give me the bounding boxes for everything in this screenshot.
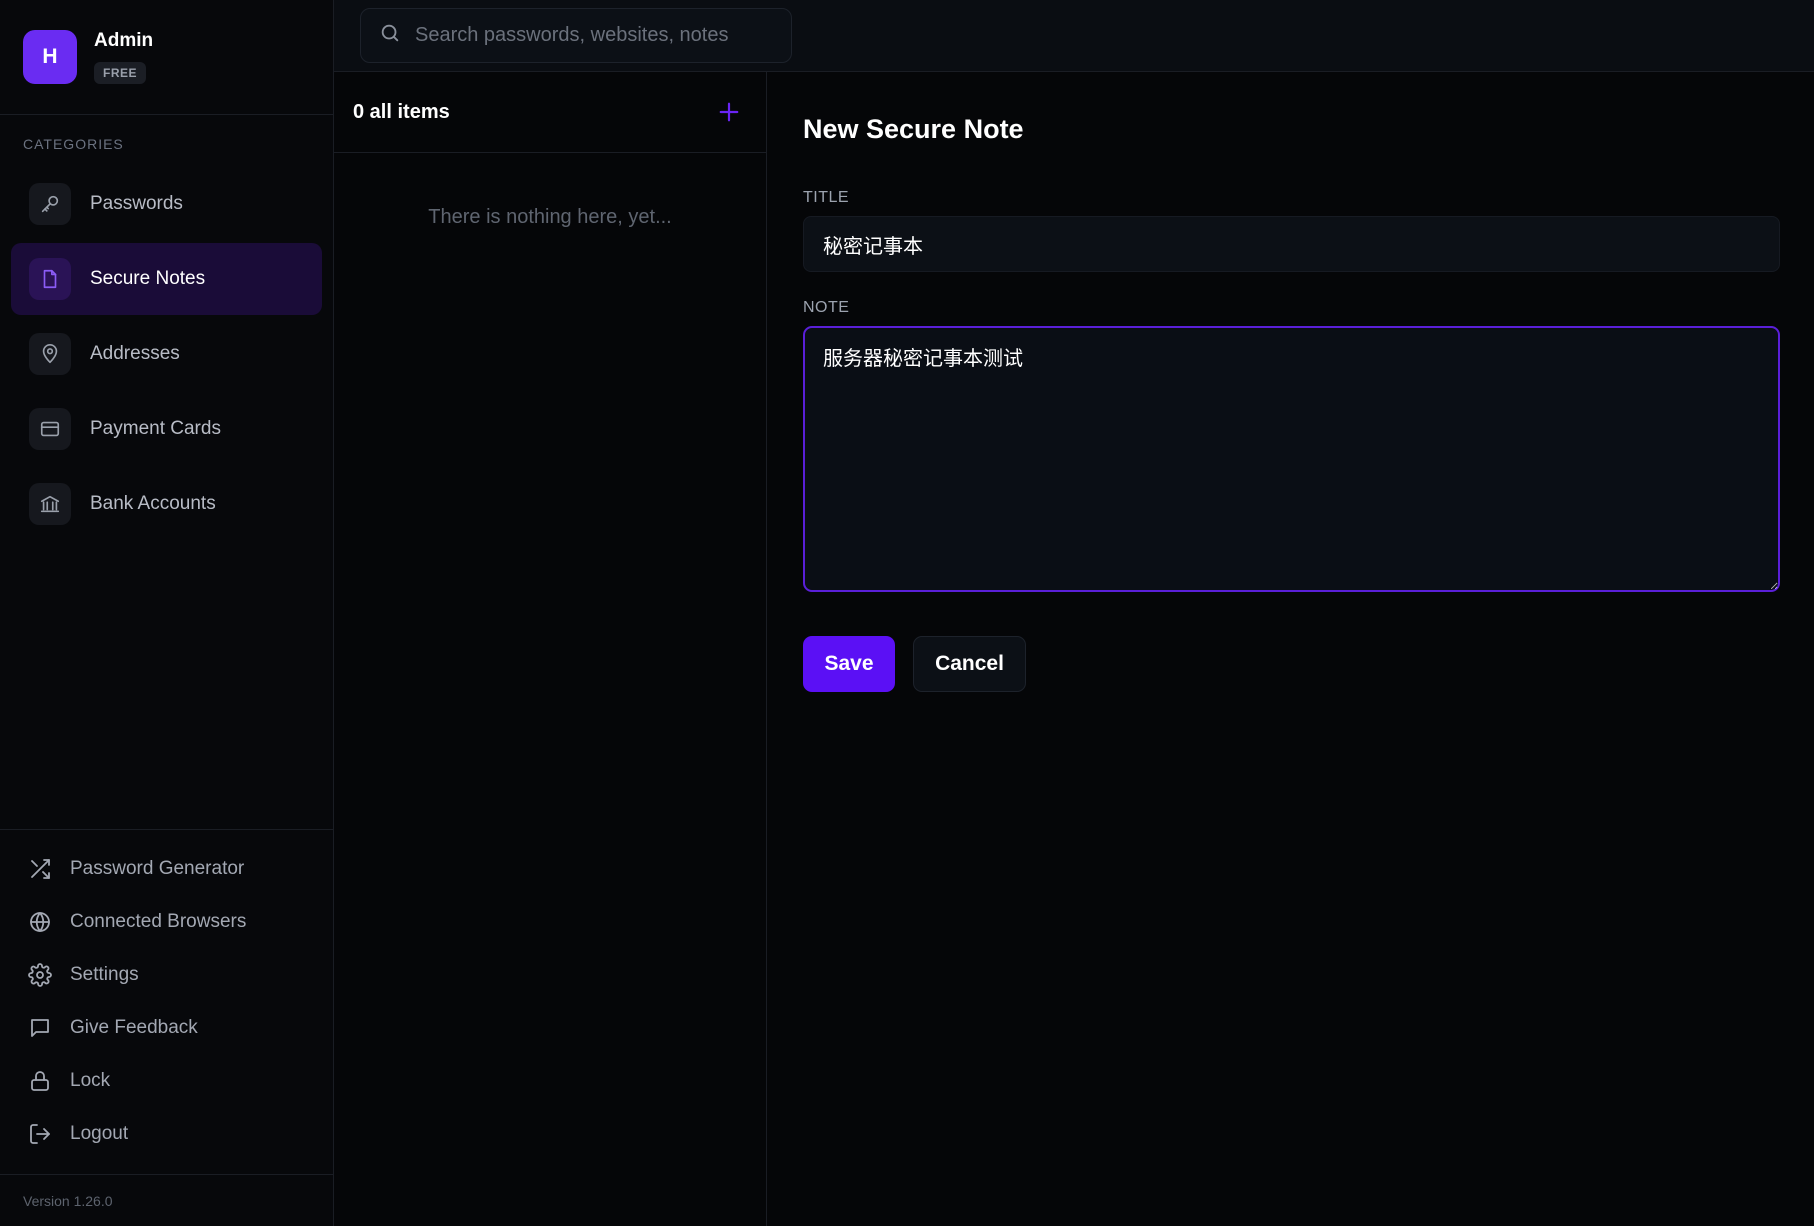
message-icon (27, 1015, 53, 1041)
sidebar-item-label: Addresses (90, 343, 180, 364)
password-generator-link[interactable]: Password Generator (27, 842, 246, 895)
plus-icon (719, 102, 739, 122)
globe-icon (27, 909, 53, 935)
divider (0, 1174, 333, 1175)
location-pin-icon (29, 333, 71, 375)
sidebar-item-secure-notes[interactable]: Secure Notes (11, 243, 322, 315)
bank-icon (29, 483, 71, 525)
bottom-nav-label: Connected Browsers (70, 910, 247, 932)
version-label: Version 1.26.0 (23, 1193, 113, 1209)
categories-list: Passwords Secure Notes Addresses Payment… (11, 168, 322, 543)
profile[interactable]: H Admin FREE (23, 30, 153, 86)
note-icon (29, 258, 71, 300)
add-item-button[interactable] (714, 97, 744, 127)
item-count: 0 all items (353, 100, 450, 123)
lock-icon (27, 1068, 53, 1094)
sidebar-item-addresses[interactable]: Addresses (11, 318, 322, 390)
sidebar-item-payment-cards[interactable]: Payment Cards (11, 393, 322, 465)
note-field[interactable]: 服务器秘密记事本测试 (803, 326, 1780, 592)
logout-icon (27, 1121, 53, 1147)
save-button[interactable]: Save (803, 636, 895, 692)
avatar[interactable]: H (23, 30, 77, 84)
note-form: New Secure Note TITLE NOTE 服务器秘密记事本测试 Sa… (767, 72, 1814, 1226)
list-header: 0 all items (334, 72, 766, 153)
logout-link[interactable]: Logout (27, 1107, 246, 1160)
note-label: NOTE (803, 299, 850, 316)
sidebar-item-label: Payment Cards (90, 418, 221, 439)
page-title: New Secure Note (803, 114, 1024, 144)
sidebar-item-label: Passwords (90, 193, 183, 214)
plan-badge: FREE (94, 62, 147, 84)
key-icon (29, 183, 71, 225)
credit-card-icon (29, 408, 71, 450)
sidebar: H Admin FREE CATEGORIES Passwords Secure… (0, 0, 334, 1226)
empty-state-text: There is nothing here, yet... (428, 206, 672, 228)
settings-link[interactable]: Settings (27, 948, 246, 1001)
give-feedback-link[interactable]: Give Feedback (27, 1001, 246, 1054)
search-icon (379, 22, 401, 49)
items-list: 0 all items There is nothing here, yet..… (334, 72, 767, 1226)
gear-icon (27, 962, 53, 988)
title-field[interactable] (803, 216, 1780, 272)
divider (0, 829, 333, 830)
sidebar-item-bank-accounts[interactable]: Bank Accounts (11, 468, 322, 540)
bottom-nav: Password Generator Connected Browsers Se… (27, 842, 246, 1160)
shuffle-icon (27, 856, 53, 882)
categories-title: CATEGORIES (23, 136, 124, 152)
bottom-nav-label: Lock (70, 1069, 111, 1091)
divider (0, 114, 333, 115)
search-input[interactable] (413, 23, 777, 48)
sidebar-item-label: Secure Notes (90, 268, 206, 289)
bottom-nav-label: Logout (70, 1122, 129, 1144)
sidebar-item-label: Bank Accounts (90, 493, 216, 514)
search-box[interactable] (360, 8, 792, 63)
cancel-button[interactable]: Cancel (913, 636, 1026, 692)
bottom-nav-label: Give Feedback (70, 1016, 198, 1038)
lock-link[interactable]: Lock (27, 1054, 246, 1107)
sidebar-item-passwords[interactable]: Passwords (11, 168, 322, 240)
bottom-nav-label: Password Generator (70, 857, 245, 879)
profile-name: Admin (94, 30, 154, 51)
bottom-nav-label: Settings (70, 963, 139, 985)
connected-browsers-link[interactable]: Connected Browsers (27, 895, 246, 948)
top-bar (334, 0, 1814, 72)
title-label: TITLE (803, 189, 850, 206)
